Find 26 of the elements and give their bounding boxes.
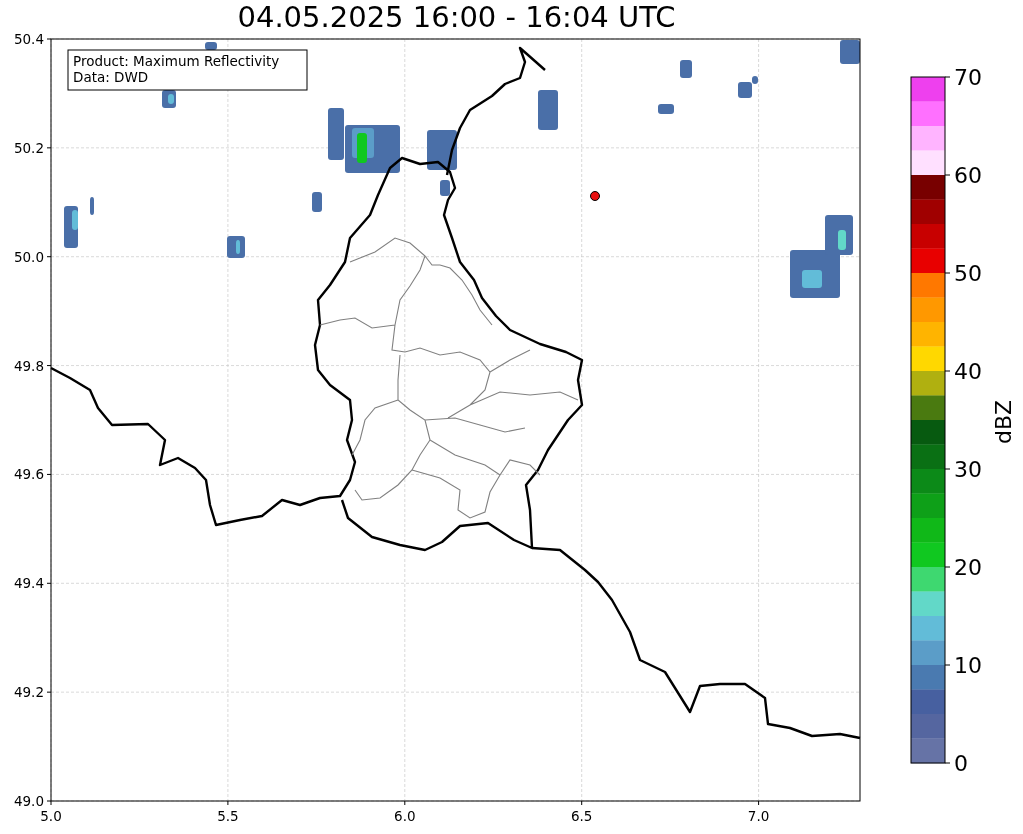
latitude-label: 50.0 xyxy=(13,248,44,265)
latitude-label: 50.2 xyxy=(13,139,44,156)
latitude-label: 50.4 xyxy=(13,31,44,47)
colorbar-tick-label: 30 xyxy=(954,457,982,482)
radar-site-marker xyxy=(590,191,600,201)
longitude-label: 5.5 xyxy=(217,808,239,824)
colorbar-tick-label: 40 xyxy=(954,359,982,384)
legend-text: Product: Maximum Reflectivity xyxy=(73,53,280,69)
latitude-label: 49.6 xyxy=(13,466,44,483)
colorbar-tick-label: 70 xyxy=(954,65,982,90)
latitude-label: 49.2 xyxy=(13,684,44,701)
longitude-label: 5.0 xyxy=(40,808,62,824)
longitude-label: 6.0 xyxy=(394,808,416,824)
colorbar-tick-label: 50 xyxy=(954,261,982,286)
colorbar-unit-label: dBZ xyxy=(991,399,1016,445)
latitude-label: 49.0 xyxy=(13,793,44,809)
latitude-label: 49.4 xyxy=(13,575,44,592)
colorbar-tick-label: 0 xyxy=(954,751,968,776)
colorbar-tick-label: 60 xyxy=(954,163,982,188)
colorbar-tick-label: 10 xyxy=(954,653,982,678)
legend-text: Data: DWD xyxy=(73,69,149,85)
latitude-label: 49.8 xyxy=(13,357,44,374)
colorbar-tick-label: 20 xyxy=(954,555,982,580)
chart-title: 04.05.2025 16:00 - 16:04 UTC xyxy=(237,3,676,32)
longitude-label: 7.0 xyxy=(747,808,770,824)
longitude-label: 6.5 xyxy=(570,808,593,824)
